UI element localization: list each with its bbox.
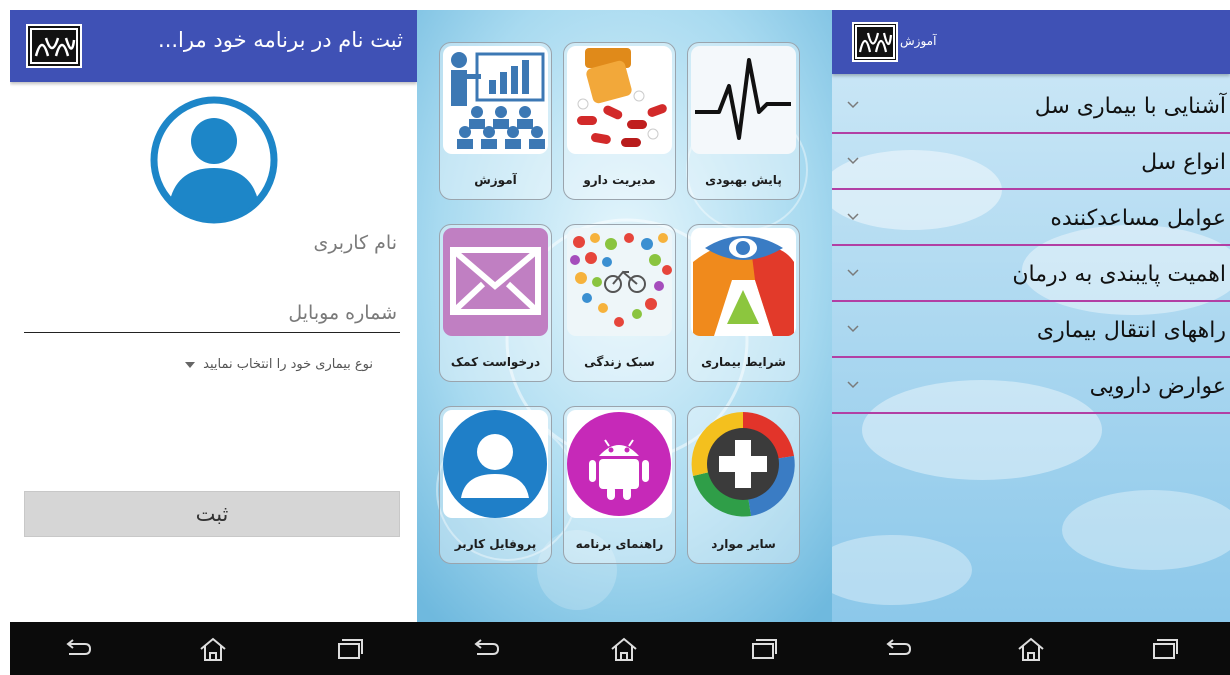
- tile-label: پروفایل کاربر: [454, 537, 537, 551]
- recent-apps-icon[interactable]: [743, 634, 783, 664]
- tile-label: شرایط بیماری: [701, 355, 786, 369]
- tile-app-guide[interactable]: راهنمای برنامه: [563, 406, 676, 564]
- topic-item[interactable]: انواع سل: [832, 142, 1230, 190]
- topic-label: انواع سل: [1141, 150, 1226, 175]
- pills-icon: [567, 46, 672, 154]
- tile-label: راهنمای برنامه: [575, 537, 664, 551]
- topic-item[interactable]: راههای انتقال بیماری: [832, 310, 1230, 358]
- tile-education[interactable]: آموزش: [439, 42, 552, 200]
- recent-apps-icon[interactable]: [329, 634, 369, 664]
- heartbeat-icon: [691, 46, 796, 154]
- tile-label: سایر موارد: [711, 537, 776, 551]
- tile-label: آموزش: [474, 173, 517, 187]
- topic-item[interactable]: عوارض دارویی: [832, 366, 1230, 414]
- home-icon[interactable]: [1011, 634, 1051, 664]
- system-nav-bar: [417, 622, 832, 675]
- user-profile-icon: [443, 410, 548, 518]
- tile-lifestyle[interactable]: سبک زندگی: [563, 224, 676, 382]
- envelope-icon: [443, 228, 548, 336]
- education-screen: آموزش آشنایی با بیماری سل انواع سل عوامل…: [832, 10, 1230, 622]
- tile-request-help[interactable]: درخواست کمک: [439, 224, 552, 382]
- tile-medication-management[interactable]: مدیریت دارو: [563, 42, 676, 200]
- divider: [832, 412, 1230, 414]
- home-icon[interactable]: [193, 634, 233, 664]
- plus-icon: [691, 410, 796, 518]
- chevron-down-icon: [847, 325, 859, 333]
- topic-label: راههای انتقال بیماری: [1036, 318, 1226, 343]
- chevron-down-icon: [847, 157, 859, 165]
- topic-item[interactable]: آشنایی با بیماری سل: [832, 86, 1230, 134]
- back-icon[interactable]: [878, 634, 918, 664]
- divider: [832, 244, 1230, 246]
- submit-button[interactable]: ثبت: [24, 491, 400, 537]
- tile-label: مدیریت دارو: [583, 173, 656, 187]
- lifestyle-icon: [567, 228, 672, 336]
- chevron-down-icon: [847, 101, 859, 109]
- chevron-down-icon: [847, 381, 859, 389]
- app-bar: ثبت نام در برنامه خود مرا...: [10, 10, 417, 82]
- recent-apps-icon[interactable]: [1144, 634, 1184, 664]
- app-title: ثبت نام در برنامه خود مرا...: [158, 28, 403, 52]
- spinner-label: نوع بیماری خود را انتخاب نمایید: [203, 357, 373, 372]
- mobile-field-underline: [24, 332, 400, 333]
- username-field[interactable]: نام کاربری: [313, 232, 397, 254]
- tile-disease-conditions[interactable]: شرایط بیماری: [687, 224, 800, 382]
- university-logo: [26, 24, 82, 68]
- topic-item[interactable]: اهمیت پایبندی به درمان: [832, 254, 1230, 302]
- app-bar: آموزش: [832, 10, 1230, 74]
- screen-title: آموزش: [900, 34, 937, 48]
- dropdown-arrow-icon: [185, 361, 196, 368]
- android-icon: [567, 410, 672, 518]
- divider: [832, 300, 1230, 302]
- system-nav-bar: [832, 622, 1230, 675]
- tile-label: پایش بهبودی: [705, 173, 782, 187]
- eye-logo-icon: [691, 228, 796, 336]
- chevron-down-icon: [847, 269, 859, 277]
- tile-other-items[interactable]: سایر موارد: [687, 406, 800, 564]
- topic-item[interactable]: عوامل مساعدکننده: [832, 198, 1230, 246]
- home-icon[interactable]: [604, 634, 644, 664]
- tile-user-profile[interactable]: پروفایل کاربر: [439, 406, 552, 564]
- back-icon[interactable]: [58, 634, 98, 664]
- dashboard-screen: پایش بهبودی مدیریت دارو آموزش شرایط بیما…: [417, 10, 832, 622]
- chevron-down-icon: [847, 213, 859, 221]
- classroom-icon: [443, 46, 548, 154]
- back-icon[interactable]: [466, 634, 506, 664]
- divider: [832, 132, 1230, 134]
- topic-label: اهمیت پایبندی به درمان: [1012, 262, 1226, 287]
- tile-recovery-monitoring[interactable]: پایش بهبودی: [687, 42, 800, 200]
- topic-label: عوارض دارویی: [1089, 374, 1226, 399]
- register-screen: ثبت نام در برنامه خود مرا... نام کاربری …: [10, 10, 417, 622]
- tile-label: سبک زندگی: [584, 355, 655, 369]
- topic-label: عوامل مساعدکننده: [1050, 206, 1226, 231]
- university-logo: [852, 22, 898, 62]
- divider: [832, 188, 1230, 190]
- tile-label: درخواست کمک: [450, 355, 541, 369]
- mobile-field[interactable]: شماره موبایل: [288, 302, 397, 324]
- divider: [832, 356, 1230, 358]
- topic-label: آشنایی با بیماری سل: [1034, 94, 1226, 119]
- disease-type-spinner[interactable]: نوع بیماری خود را انتخاب نمایید: [185, 357, 373, 372]
- avatar[interactable]: [146, 96, 282, 224]
- system-nav-bar: [10, 622, 417, 675]
